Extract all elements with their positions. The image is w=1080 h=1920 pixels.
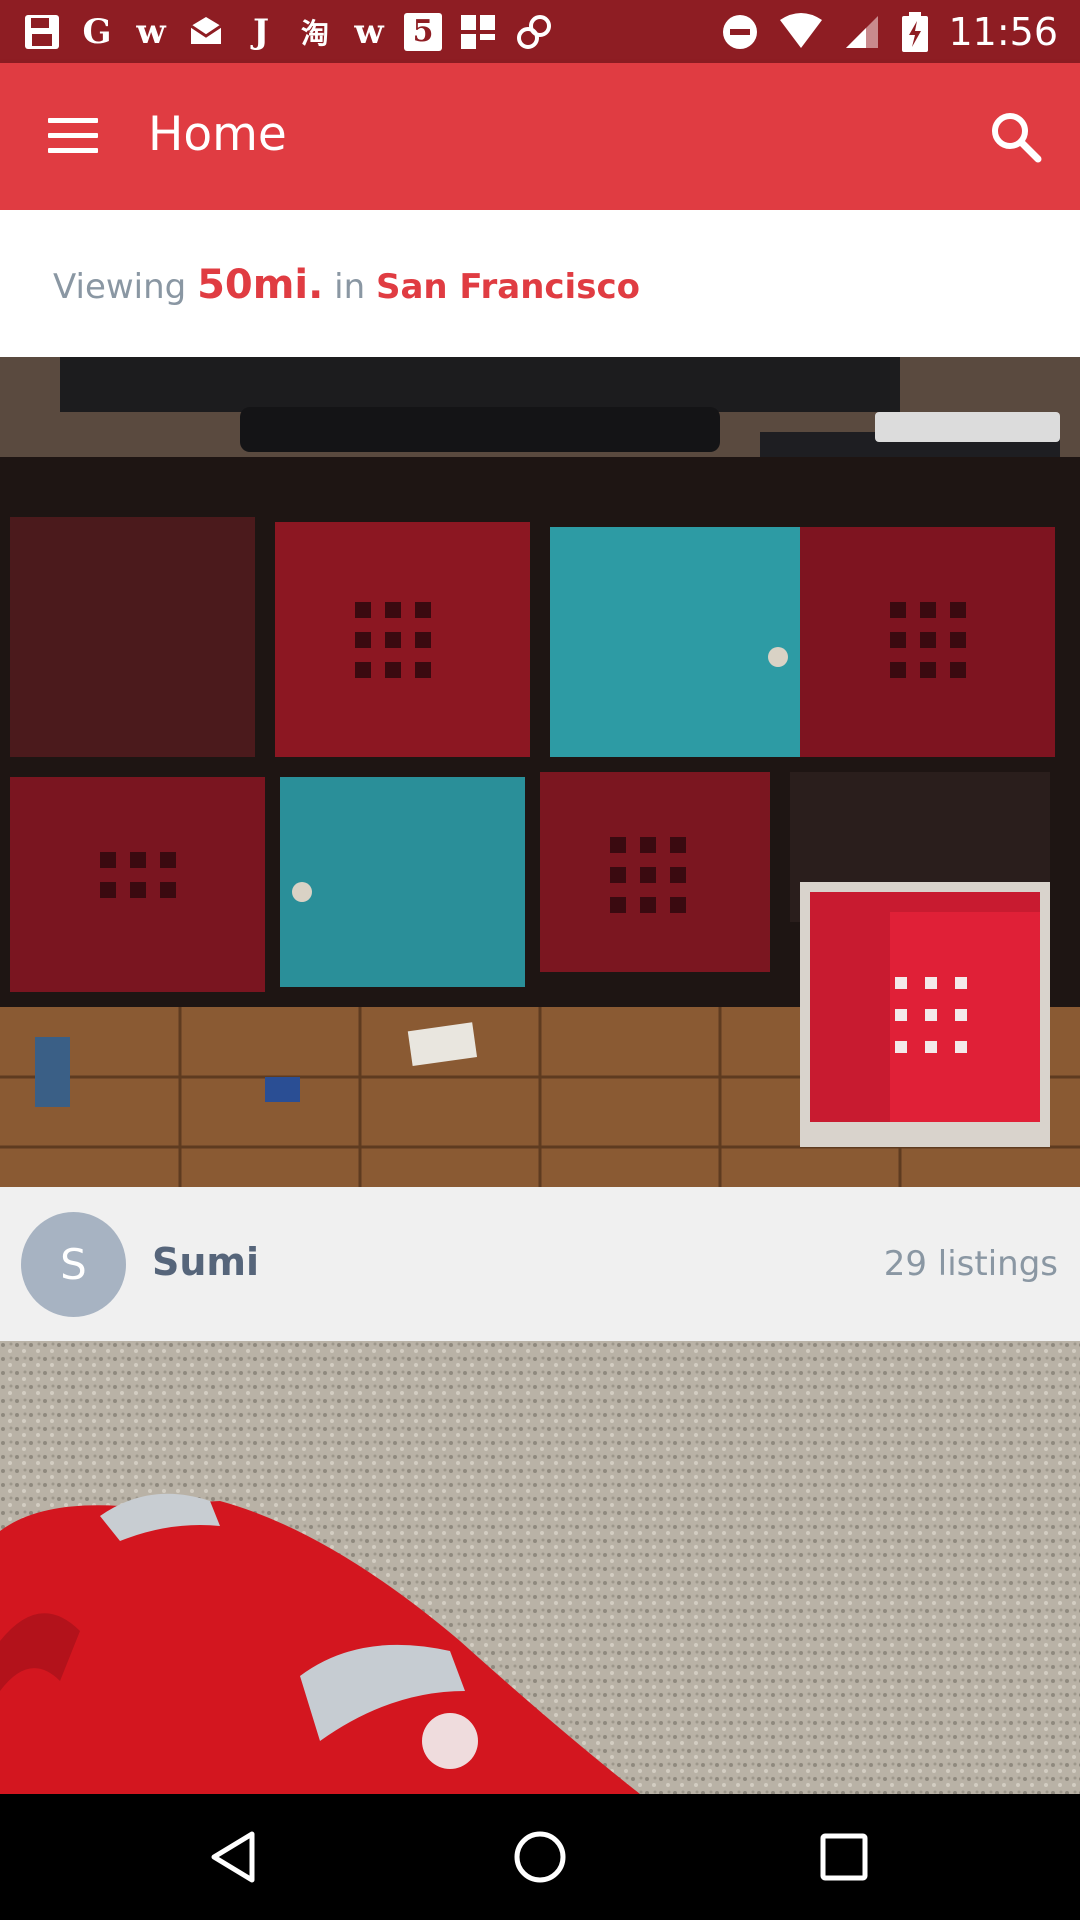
save-notification-icon	[25, 14, 59, 49]
location-filter-text: Viewing 50mi. in San Francisco	[53, 262, 640, 308]
distance-link[interactable]: 50mi.	[197, 262, 323, 308]
notification-icon-taobao: 淘	[300, 16, 329, 50]
listing-photo-vacuum[interactable]	[0, 1341, 1080, 1794]
wifi-icon	[780, 12, 823, 48]
battery-charging-icon	[902, 11, 929, 52]
search-icon[interactable]	[988, 109, 1044, 165]
location-prefix: Viewing	[53, 267, 187, 307]
listing-count: 29 listings	[883, 1244, 1058, 1284]
listing-photo-shelf[interactable]	[0, 357, 1080, 1187]
location-connector: in	[334, 267, 366, 307]
status-bar: G w J 淘 w 5 11:56	[0, 0, 1080, 63]
system-status-icons: 11:56	[720, 10, 1058, 54]
grid-notification-icon	[461, 14, 495, 49]
avatar: S	[21, 1212, 126, 1317]
seller-row[interactable]: S Sumi 29 listings	[0, 1187, 1080, 1341]
shelf-illustration	[0, 357, 1080, 1187]
seller-name: Sumi	[152, 1240, 260, 1284]
back-triangle-icon[interactable]	[200, 1822, 270, 1892]
notification-icon-w2: w	[354, 11, 384, 52]
mail-notification-icon	[190, 16, 222, 44]
notification-icon-g: G	[82, 11, 112, 52]
recents-square-icon[interactable]	[809, 1822, 879, 1892]
vacuum-illustration	[0, 1341, 1080, 1794]
notification-icon-5: 5	[404, 12, 442, 51]
notification-icon-j: J	[252, 11, 270, 52]
home-circle-icon[interactable]	[505, 1822, 575, 1892]
clock: 11:56	[948, 9, 1058, 54]
city-link[interactable]: San Francisco	[376, 267, 640, 307]
notification-icons: G w J 淘 w 5	[22, 12, 554, 52]
do-not-disturb-icon	[723, 14, 758, 49]
link-notification-icon	[517, 14, 551, 49]
page-title: Home	[148, 107, 287, 162]
navigation-bar	[0, 1794, 1080, 1920]
location-filter-bar: Viewing 50mi. in San Francisco	[0, 210, 1080, 357]
app-bar: Home	[0, 63, 1080, 210]
hamburger-menu-icon[interactable]	[48, 118, 98, 154]
notification-icon-w: w	[136, 11, 166, 52]
cell-signal-icon	[846, 15, 879, 48]
